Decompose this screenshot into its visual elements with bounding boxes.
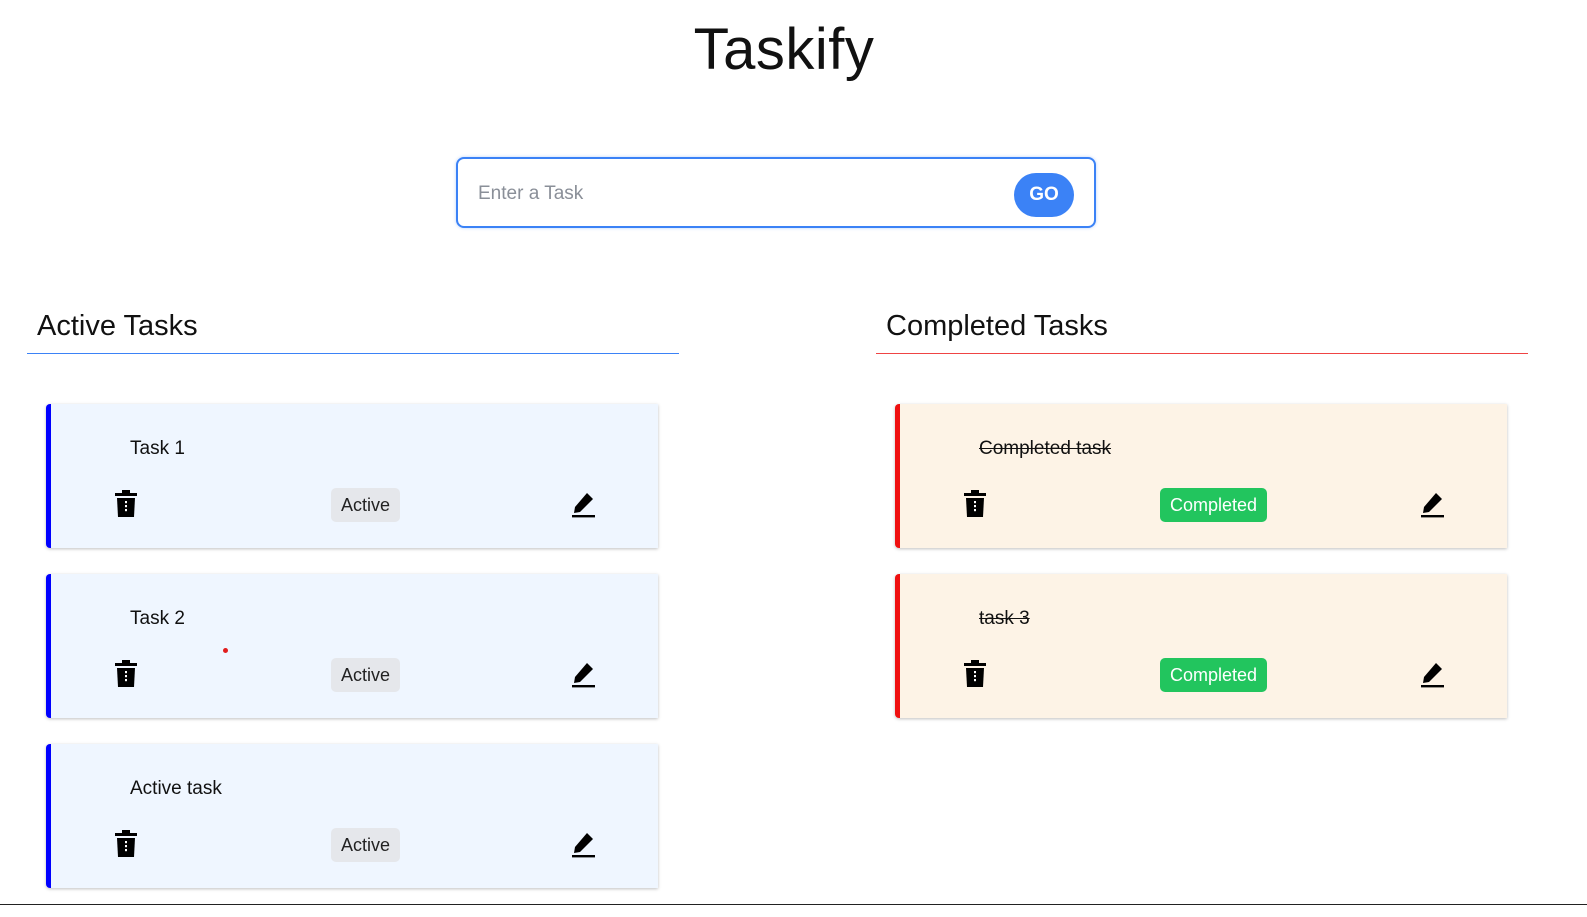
go-button[interactable]: GO <box>1014 173 1074 217</box>
pencil-icon[interactable] <box>569 490 597 518</box>
active-tasks-list: Task 1 Active Task 2 Active Active task <box>27 404 679 888</box>
status-badge[interactable]: Active <box>331 488 401 522</box>
task-title: task 3 <box>979 608 1030 629</box>
task-card[interactable]: Task 1 Active <box>46 404 658 548</box>
pencil-icon[interactable] <box>569 660 597 688</box>
active-tasks-heading: Active Tasks <box>27 310 679 354</box>
viewport-edge-line <box>0 904 1587 905</box>
pencil-icon[interactable] <box>1418 490 1446 518</box>
completed-tasks-column: Completed Tasks Completed task Completed… <box>876 310 1528 744</box>
add-task-form: GO <box>456 157 1096 228</box>
task-input[interactable] <box>476 173 1010 215</box>
cursor-dot <box>223 648 228 653</box>
status-badge[interactable]: Active <box>331 828 401 862</box>
task-title: Task 1 <box>130 438 185 459</box>
task-card[interactable]: Completed task Completed <box>895 404 1507 548</box>
task-card[interactable]: Active task Active <box>46 744 658 888</box>
pencil-icon[interactable] <box>1418 660 1446 688</box>
status-badge[interactable]: Completed <box>1160 658 1268 692</box>
trash-icon[interactable] <box>113 660 139 688</box>
task-card[interactable]: Task 2 Active <box>46 574 658 718</box>
trash-icon[interactable] <box>962 490 988 518</box>
task-title: Active task <box>130 778 222 799</box>
task-title: Task 2 <box>130 608 185 629</box>
app-title: Taskify <box>693 17 875 82</box>
status-badge[interactable]: Completed <box>1160 488 1268 522</box>
status-badge[interactable]: Active <box>331 658 401 692</box>
trash-icon[interactable] <box>113 490 139 518</box>
completed-tasks-list: Completed task Completed task 3 Complete… <box>876 404 1528 718</box>
pencil-icon[interactable] <box>569 830 597 858</box>
trash-icon[interactable] <box>962 660 988 688</box>
task-title: Completed task <box>979 438 1112 459</box>
active-tasks-column: Active Tasks Task 1 Active Task 2 Active… <box>27 310 679 914</box>
task-card[interactable]: task 3 Completed <box>895 574 1507 718</box>
completed-tasks-heading: Completed Tasks <box>876 310 1528 354</box>
trash-icon[interactable] <box>113 830 139 858</box>
